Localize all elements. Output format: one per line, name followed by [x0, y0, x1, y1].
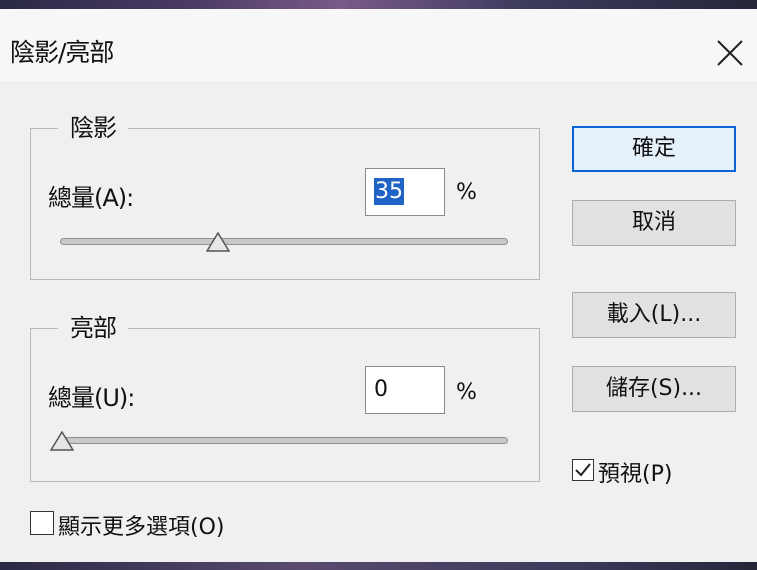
top-background-strip [0, 0, 757, 9]
checkmark-icon [575, 463, 591, 477]
more-options-checkbox[interactable] [30, 511, 54, 535]
save-button[interactable]: 儲存(S)... [572, 366, 736, 412]
shadows-amount-input[interactable]: 35 [365, 168, 445, 216]
preview-label[interactable]: 預視(P) [598, 456, 672, 488]
highlights-amount-value: 0 [374, 377, 388, 402]
bottom-background-strip [0, 562, 757, 570]
highlights-amount-label: 總量(U): [48, 384, 135, 412]
close-button[interactable] [714, 37, 746, 69]
highlights-amount-input[interactable]: 0 [365, 366, 445, 414]
preview-checkbox[interactable] [572, 459, 594, 481]
shadows-amount-label: 總量(A): [48, 184, 134, 212]
shadows-amount-value: 35 [374, 178, 404, 205]
shadows-percent-unit: % [456, 180, 477, 205]
shadows-legend: 陰影 [58, 114, 128, 142]
highlights-amount-slider-track[interactable] [60, 437, 508, 444]
highlights-legend: 亮部 [58, 314, 128, 342]
close-icon [717, 40, 743, 66]
ok-button[interactable]: 確定 [572, 126, 736, 172]
load-button[interactable]: 載入(L)... [572, 292, 736, 338]
cancel-button[interactable]: 取消 [572, 200, 736, 246]
shadows-amount-slider-track[interactable] [60, 238, 508, 245]
shadows-amount-slider-thumb[interactable] [206, 232, 231, 252]
highlights-amount-slider-thumb[interactable] [50, 431, 74, 451]
highlights-percent-unit: % [456, 380, 477, 405]
dialog-title: 陰影/亮部 [10, 38, 114, 67]
more-options-label[interactable]: 顯示更多選項(O) [58, 509, 224, 541]
dialog-titlebar: 陰影/亮部 [0, 9, 757, 81]
